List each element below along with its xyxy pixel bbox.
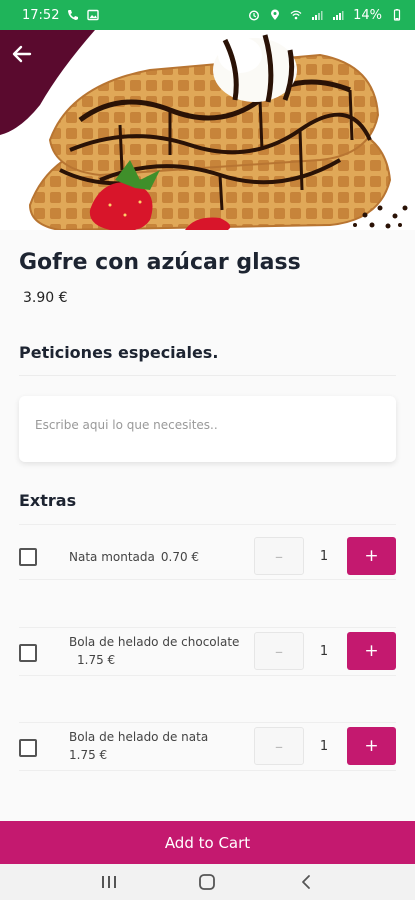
extra-price: 1.75 € <box>77 653 116 667</box>
special-requests-box <box>19 396 396 462</box>
extra-checkbox[interactable] <box>19 739 37 757</box>
signal-icon-2 <box>332 9 344 21</box>
extra-label: Bola de helado de chocolate 1.75 € <box>69 633 259 669</box>
extra-price: 1.75 € <box>69 748 108 762</box>
system-nav-bar <box>0 864 415 900</box>
product-title: Gofre con azúcar glass <box>19 250 301 275</box>
extra-item: Bola de helado de chocolate 1.75 € – 1 + <box>19 632 396 672</box>
arrow-left-icon <box>12 45 32 63</box>
divider <box>19 579 396 580</box>
recent-apps-icon <box>102 876 117 888</box>
extra-label: Nata montada 0.70 € <box>69 548 259 566</box>
waffle-illustration <box>0 30 415 230</box>
phone-icon <box>67 9 79 21</box>
nav-back-icon <box>301 875 310 889</box>
status-bar: 17:52 14% <box>0 0 415 30</box>
home-button[interactable] <box>192 867 222 897</box>
divider <box>19 524 396 525</box>
back-button[interactable] <box>12 44 42 74</box>
special-requests-input[interactable] <box>35 418 380 432</box>
increase-button[interactable]: + <box>347 537 396 575</box>
wifi-icon <box>290 9 302 21</box>
system-back-button[interactable] <box>291 867 321 897</box>
extra-checkbox[interactable] <box>19 548 37 566</box>
product-image <box>0 30 415 230</box>
divider <box>19 722 396 723</box>
recent-apps-button[interactable] <box>94 867 124 897</box>
battery-level: 14% <box>353 7 382 23</box>
extra-price: 0.70 € <box>160 550 200 564</box>
quantity-value: 1 <box>319 643 329 659</box>
decrease-button[interactable]: – <box>254 632 304 670</box>
product-price: 3.90 € <box>23 290 68 306</box>
signal-icon <box>311 9 323 21</box>
quantity-value: 1 <box>319 738 329 754</box>
extra-checkbox[interactable] <box>19 644 37 662</box>
status-time: 17:52 <box>22 7 60 23</box>
decrease-button[interactable]: – <box>254 537 304 575</box>
extra-name: Bola de helado de chocolate <box>69 635 240 649</box>
battery-icon <box>391 9 403 21</box>
divider <box>19 675 396 676</box>
increase-button[interactable]: + <box>347 727 396 765</box>
image-icon <box>87 9 100 21</box>
special-requests-title: Peticiones especiales. <box>19 343 219 362</box>
extra-item: Nata montada 0.70 € – 1 + <box>19 537 396 577</box>
divider <box>19 627 396 628</box>
extras-title: Extras <box>19 491 77 510</box>
product-detail-screen: 17:52 14% Gofre con azúcar glass 3.90 € … <box>0 0 415 900</box>
extra-label: Bola de helado de nata 1.75 € <box>69 728 259 764</box>
alarm-icon <box>248 9 260 21</box>
divider <box>19 375 396 376</box>
location-icon <box>269 9 281 21</box>
home-icon <box>199 874 216 890</box>
add-to-cart-button[interactable]: Add to Cart <box>0 821 415 864</box>
quantity-stepper: – 1 + <box>254 727 396 767</box>
extra-name: Bola de helado de nata <box>69 730 209 744</box>
quantity-value: 1 <box>319 548 329 564</box>
increase-button[interactable]: + <box>347 632 396 670</box>
quantity-stepper: – 1 + <box>254 537 396 577</box>
extra-item: Bola de helado de nata 1.75 € – 1 + <box>19 727 396 767</box>
quantity-stepper: – 1 + <box>254 632 396 672</box>
extra-name: Nata montada <box>69 550 155 564</box>
decrease-button[interactable]: – <box>254 727 304 765</box>
divider <box>19 770 396 771</box>
